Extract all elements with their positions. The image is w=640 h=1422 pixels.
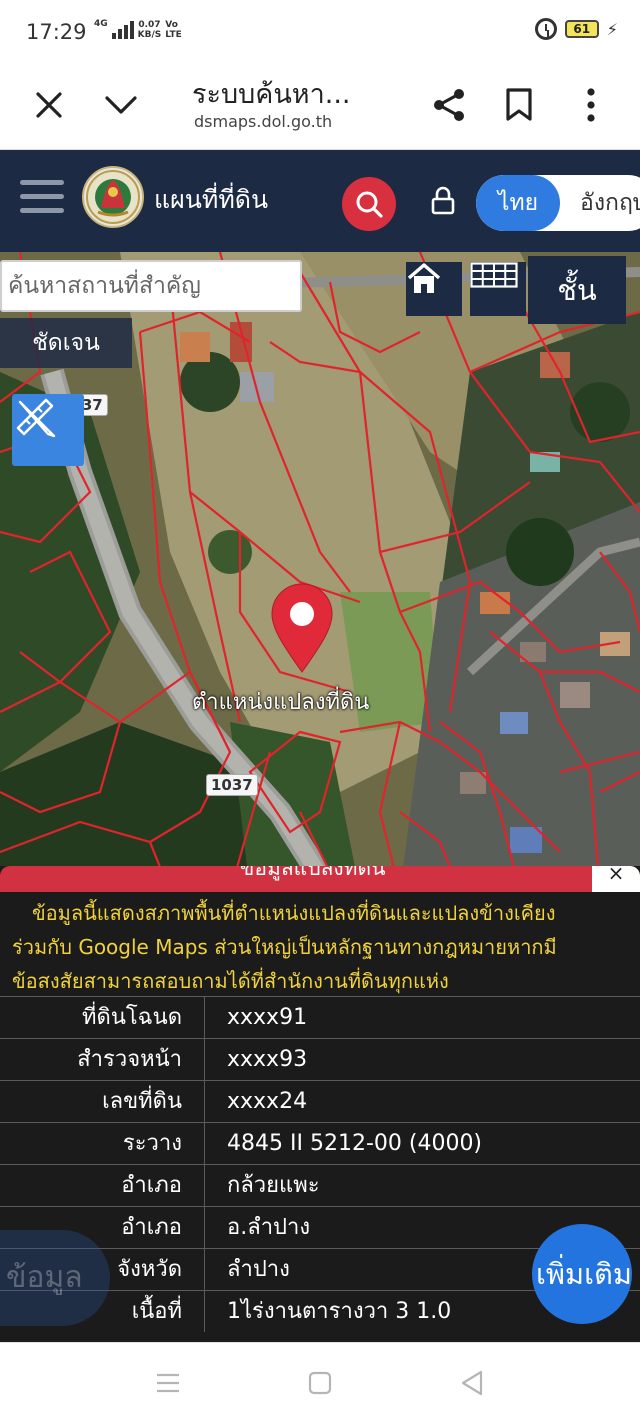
charging-icon: ⚡ xyxy=(606,19,618,39)
chevron-down-icon xyxy=(105,96,137,114)
home-nav-button[interactable] xyxy=(300,1367,340,1399)
table-row: ที่ดินโฉนด xxxx91 xyxy=(0,996,640,1038)
language-switch: ไทย อังกฤษ xyxy=(476,175,640,231)
lang-english-button[interactable]: อังกฤษ xyxy=(580,175,640,231)
battery-icon: 61 xyxy=(564,20,599,38)
signal-icon xyxy=(111,21,134,39)
measure-tool-button[interactable] xyxy=(12,394,84,466)
collapse-button[interactable] xyxy=(96,80,146,130)
network-type: 4G xyxy=(94,18,108,29)
department-logo xyxy=(82,166,144,228)
info-panel-title: ข้อมูลแปลงที่ดิน xyxy=(240,866,386,880)
search-icon xyxy=(356,191,383,218)
back-triangle-icon xyxy=(461,1370,483,1396)
table-row: เลขที่ดิน xxxx24 xyxy=(0,1080,640,1122)
disclaimer-line: ข้อสงสัยสามารถสอบถามได้ที่สำนักงานที่ดิน… xyxy=(12,969,449,993)
layers-button[interactable]: ชั้น xyxy=(528,256,626,324)
row-value: 4845 II 5212-00 (4000) xyxy=(227,1131,483,1156)
info-close-button[interactable]: × xyxy=(592,866,640,892)
home-button[interactable] xyxy=(406,262,462,316)
parcel-location-label: ตำแหน่งแปลงที่ดิน xyxy=(192,690,370,715)
grid-button[interactable] xyxy=(470,262,526,316)
info-toggle-button[interactable]: ข้อมูล xyxy=(0,1230,110,1326)
row-value: xxxx91 xyxy=(227,1005,308,1030)
volte-badge: Vo LTE xyxy=(165,20,182,40)
table-row: อำเภอ กล้วยแพะ xyxy=(0,1164,640,1206)
ruler-pencil-icon xyxy=(16,398,56,438)
row-label: สำรวจหน้า xyxy=(0,1039,205,1080)
seal-icon xyxy=(86,170,140,224)
search-button[interactable] xyxy=(342,177,396,231)
close-icon xyxy=(36,92,62,118)
disclaimer-line: ข้อมูลนี้แสดงสภาพพื้นที่ตำแหน่งแปลงที่ดิ… xyxy=(32,901,556,925)
row-label: ระวาง xyxy=(0,1123,205,1164)
network-speed: 0.07 KB/S xyxy=(137,20,162,40)
disclaimer-line: ร่วมกับ Google Maps ส่วนใหญ่เป็นหลักฐานท… xyxy=(12,935,557,959)
map-view[interactable]: 1037 1037 ตำแหน่งแปลงที่ดิน ชั้น ชัดเจน xyxy=(0,252,640,892)
share-button[interactable] xyxy=(424,80,474,130)
place-search-input[interactable] xyxy=(2,262,300,310)
share-icon xyxy=(434,89,464,121)
table-row: สำรวจหน้า xxxx93 xyxy=(0,1038,640,1080)
parcel-info-panel: ข้อมูลแปลงที่ดิน × ข้อมูลนี้แสดงสภาพพื้น… xyxy=(0,866,640,1342)
status-bar: 17:29 4G 0.07 KB/S Vo LTE 61 ⚡ xyxy=(0,0,640,64)
network-indicator: 4G 0.07 KB/S Vo LTE xyxy=(94,18,182,40)
status-right: 61 ⚡ xyxy=(534,18,618,40)
screen: 17:29 4G 0.07 KB/S Vo LTE 61 ⚡ ระบบค้นหา… xyxy=(0,0,640,1422)
grid-icon xyxy=(470,262,518,288)
road-number-badge: 1037 xyxy=(206,774,258,796)
alarm-icon xyxy=(534,18,557,40)
row-value: xxxx93 xyxy=(227,1047,308,1072)
more-info-button[interactable]: เพิ่มเติม xyxy=(532,1224,632,1324)
row-label: เลขที่ดิน xyxy=(0,1081,205,1122)
page-title: ระบบค้นหา... xyxy=(192,79,351,110)
bookmark-button[interactable] xyxy=(494,80,544,130)
row-label: อำเภอ xyxy=(0,1165,205,1206)
row-label: ที่ดินโฉนด xyxy=(0,997,205,1038)
disclaimer-note: ข้อมูลนี้แสดงสภาพพื้นที่ตำแหน่งแปลงที่ดิ… xyxy=(12,896,640,998)
bookmark-icon xyxy=(506,88,532,121)
page-url[interactable]: dsmaps.dol.go.th xyxy=(194,112,332,131)
lock-icon xyxy=(431,186,455,215)
more-options-button[interactable] xyxy=(566,80,616,130)
app-title: แผนที่ที่ดิน xyxy=(154,185,269,214)
app-header: แผนที่ที่ดิน ไทย อังกฤษ xyxy=(0,150,640,252)
more-vertical-icon xyxy=(587,88,595,122)
clear-button[interactable]: ชัดเจน xyxy=(0,318,132,368)
status-time: 17:29 xyxy=(26,20,87,44)
info-panel-header: ข้อมูลแปลงที่ดิน × xyxy=(0,866,640,892)
row-value: กล้วยแพะ xyxy=(227,1173,320,1198)
back-nav-button[interactable] xyxy=(452,1367,492,1399)
recent-apps-button[interactable] xyxy=(148,1367,188,1399)
place-search-box xyxy=(0,260,302,312)
home-icon xyxy=(407,263,441,293)
login-button[interactable] xyxy=(430,186,456,216)
row-value: xxxx24 xyxy=(227,1089,308,1114)
close-tab-button[interactable] xyxy=(24,80,74,130)
browser-toolbar: ระบบค้นหา... dsmaps.dol.go.th xyxy=(0,64,640,150)
lang-thai-button[interactable]: ไทย xyxy=(476,175,560,231)
table-row: ระวาง 4845 II 5212-00 (4000) xyxy=(0,1122,640,1164)
square-icon xyxy=(308,1371,332,1395)
menu-button[interactable] xyxy=(20,180,64,216)
menu-lines-icon xyxy=(157,1373,179,1393)
system-nav-bar xyxy=(0,1342,640,1422)
